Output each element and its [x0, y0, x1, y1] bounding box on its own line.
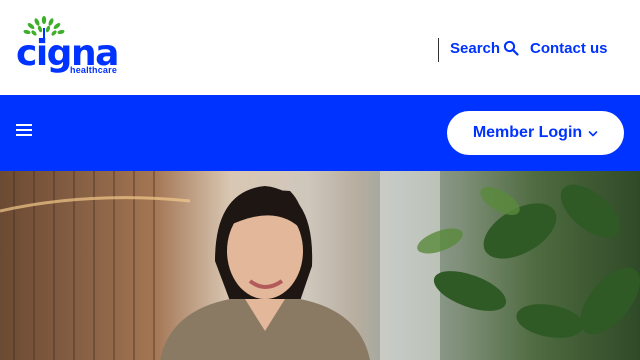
nav-bar: Member Login — [0, 95, 640, 171]
member-login-button[interactable]: Member Login — [447, 111, 624, 155]
hero-image — [0, 171, 640, 360]
search-icon — [503, 40, 519, 56]
cigna-logo[interactable]: cigna healthcare — [14, 16, 124, 78]
contact-us-link[interactable]: Contact us — [530, 38, 608, 58]
member-login-label: Member Login — [472, 124, 583, 141]
top-header: cigna healthcare Search Contact us — [0, 0, 640, 95]
logo-subtitle: healthcare — [70, 65, 118, 75]
chevron-down-icon — [588, 131, 598, 137]
search-link[interactable]: Search — [450, 38, 519, 58]
hamburger-menu-icon[interactable] — [16, 124, 36, 140]
hero-photo — [0, 171, 640, 360]
search-label: Search — [450, 39, 501, 57]
header-divider — [438, 38, 439, 62]
